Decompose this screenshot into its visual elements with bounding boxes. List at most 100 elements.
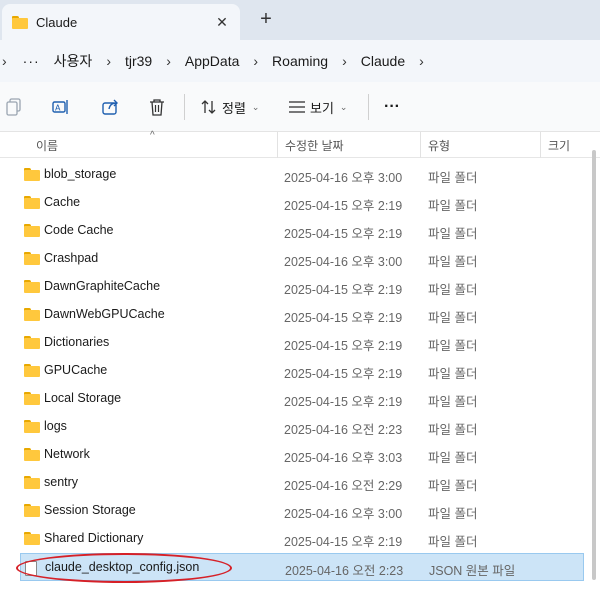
- file-row[interactable]: Crashpad 2025-04-16 오후 3:00 파일 폴더: [20, 245, 584, 273]
- expand-path-icon[interactable]: ›: [0, 53, 15, 69]
- view-button[interactable]: 보기 ⌄: [288, 95, 347, 119]
- file-row[interactable]: GPUCache 2025-04-15 오후 2:19 파일 폴더: [20, 357, 584, 385]
- file-name: blob_storage: [44, 167, 117, 181]
- file-type: 파일 폴더: [428, 199, 478, 213]
- file-type: 파일 폴더: [428, 339, 478, 353]
- file-name: Shared Dictionary: [44, 531, 144, 545]
- file-row[interactable]: Dictionaries 2025-04-15 오후 2:19 파일 폴더: [20, 329, 584, 357]
- breadcrumb-item-users[interactable]: 사용자: [48, 51, 99, 71]
- file-name: Crashpad: [44, 251, 99, 265]
- address-bar: › ··· 사용자 › tjr39 › AppData › Roaming › …: [0, 40, 600, 82]
- file-type: 파일 폴더: [428, 171, 478, 185]
- file-name: DawnWebGPUCache: [44, 307, 165, 321]
- file-name: Local Storage: [44, 391, 122, 405]
- folder-icon: [24, 224, 40, 237]
- file-modified-date: 2025-04-15 오후 2:19: [284, 367, 403, 381]
- folder-icon: [24, 364, 40, 377]
- column-divider[interactable]: [540, 132, 541, 158]
- file-type: 파일 폴더: [428, 283, 478, 297]
- chevron-right-icon[interactable]: ›: [98, 53, 119, 69]
- tab-claude[interactable]: Claude ✕: [2, 4, 240, 40]
- file-list: 이름 ^ 수정한 날짜 유형 크기 blob_storage 2025-04-16…: [0, 130, 600, 589]
- chevron-right-icon[interactable]: ›: [411, 53, 432, 69]
- file-modified-date: 2025-04-15 오후 2:19: [284, 535, 403, 549]
- folder-icon: [24, 532, 40, 545]
- chevron-right-icon[interactable]: ›: [158, 53, 179, 69]
- file-type: 파일 폴더: [428, 395, 478, 409]
- breadcrumb-item-user[interactable]: tjr39: [119, 53, 158, 69]
- column-header-size[interactable]: 크기: [548, 137, 570, 154]
- file-row[interactable]: sentry 2025-04-16 오전 2:29 파일 폴더: [20, 469, 584, 497]
- file-modified-date: 2025-04-16 오후 3:00: [284, 171, 403, 185]
- folder-icon: [24, 280, 40, 293]
- view-icon: [289, 101, 305, 113]
- delete-icon: [150, 99, 164, 116]
- file-name: Cache: [44, 195, 81, 209]
- file-row[interactable]: Code Cache 2025-04-15 오후 2:19 파일 폴더: [20, 217, 584, 245]
- breadcrumb-item-appdata[interactable]: AppData: [179, 53, 245, 69]
- rename-button[interactable]: A: [52, 95, 70, 119]
- folder-icon: [24, 336, 40, 349]
- chevron-right-icon[interactable]: ›: [245, 53, 266, 69]
- toolbar-divider: [184, 94, 185, 120]
- file-modified-date: 2025-04-15 오후 2:19: [284, 339, 403, 353]
- breadcrumb-item-roaming[interactable]: Roaming: [266, 53, 334, 69]
- file-modified-date: 2025-04-15 오후 2:19: [284, 199, 403, 213]
- share-icon: [102, 99, 118, 115]
- folder-icon: [12, 15, 28, 29]
- file-modified-date: 2025-04-15 오후 2:19: [284, 227, 403, 241]
- file-modified-date: 2025-04-16 오전 2:23: [284, 423, 403, 437]
- svg-text:A: A: [55, 104, 61, 113]
- more-options-button[interactable]: ···: [384, 95, 400, 119]
- column-divider[interactable]: [420, 132, 421, 158]
- toolbar-divider: [368, 94, 369, 120]
- file-name: Code Cache: [44, 223, 114, 237]
- file-row[interactable]: Session Storage 2025-04-16 오후 3:00 파일 폴더: [20, 497, 584, 525]
- column-header-type[interactable]: 유형: [428, 137, 450, 154]
- tab-title: Claude: [36, 14, 78, 30]
- file-row[interactable]: claude_desktop_config.json 2025-04-16 오전 …: [20, 553, 584, 581]
- file-row[interactable]: Cache 2025-04-15 오후 2:19 파일 폴더: [20, 189, 584, 217]
- column-header-date[interactable]: 수정한 날짜: [285, 137, 344, 154]
- delete-button[interactable]: [149, 95, 165, 119]
- chevron-right-icon[interactable]: ›: [334, 53, 355, 69]
- file-row[interactable]: DawnGraphiteCache 2025-04-15 오후 2:19 파일 폴더: [20, 273, 584, 301]
- breadcrumb: › ··· 사용자 › tjr39 › AppData › Roaming › …: [0, 40, 432, 82]
- file-row[interactable]: DawnWebGPUCache 2025-04-15 오후 2:19 파일 폴더: [20, 301, 584, 329]
- vertical-scrollbar[interactable]: [592, 150, 596, 580]
- file-name: Session Storage: [44, 503, 136, 517]
- file-row[interactable]: logs 2025-04-16 오전 2:23 파일 폴더: [20, 413, 584, 441]
- column-header-name[interactable]: 이름: [36, 137, 58, 154]
- folder-icon: [24, 252, 40, 265]
- file-modified-date: 2025-04-16 오후 3:03: [284, 451, 403, 465]
- command-bar: A 정렬 ⌄ 보기 ⌄ ···: [0, 82, 600, 132]
- file-row[interactable]: Shared Dictionary 2025-04-15 오후 2:19 파일 폴더: [20, 525, 584, 553]
- close-icon[interactable]: ✕: [212, 12, 232, 32]
- file-row[interactable]: Local Storage 2025-04-15 오후 2:19 파일 폴더: [20, 385, 584, 413]
- file-type: JSON 원본 파일: [429, 564, 516, 578]
- folder-icon: [24, 448, 40, 461]
- folder-icon: [24, 168, 40, 181]
- file-name: claude_desktop_config.json: [45, 560, 200, 574]
- sort-button[interactable]: 정렬 ⌄: [200, 95, 259, 119]
- share-button[interactable]: [102, 95, 120, 119]
- breadcrumb-overflow-button[interactable]: ···: [15, 53, 48, 69]
- file-modified-date: 2025-04-16 오전 2:29: [284, 479, 403, 493]
- folder-icon: [24, 196, 40, 209]
- column-divider[interactable]: [277, 132, 278, 158]
- breadcrumb-item-claude[interactable]: Claude: [355, 53, 411, 69]
- file-type: 파일 폴더: [428, 423, 478, 437]
- file-modified-date: 2025-04-16 오후 3:00: [284, 507, 403, 521]
- copy-button[interactable]: [6, 95, 22, 119]
- file-modified-date: 2025-04-15 오후 2:19: [284, 283, 403, 297]
- file-type: 파일 폴더: [428, 535, 478, 549]
- file-name: DawnGraphiteCache: [44, 279, 161, 293]
- file-row[interactable]: Network 2025-04-16 오후 3:03 파일 폴더: [20, 441, 584, 469]
- file-row[interactable]: blob_storage 2025-04-16 오후 3:00 파일 폴더: [20, 161, 584, 189]
- file-type: 파일 폴더: [428, 255, 478, 269]
- new-tab-button[interactable]: +: [254, 8, 278, 32]
- file-type: 파일 폴더: [428, 227, 478, 241]
- copy-icon: [6, 98, 21, 116]
- file-type: 파일 폴더: [428, 451, 478, 465]
- file-type: 파일 폴더: [428, 311, 478, 325]
